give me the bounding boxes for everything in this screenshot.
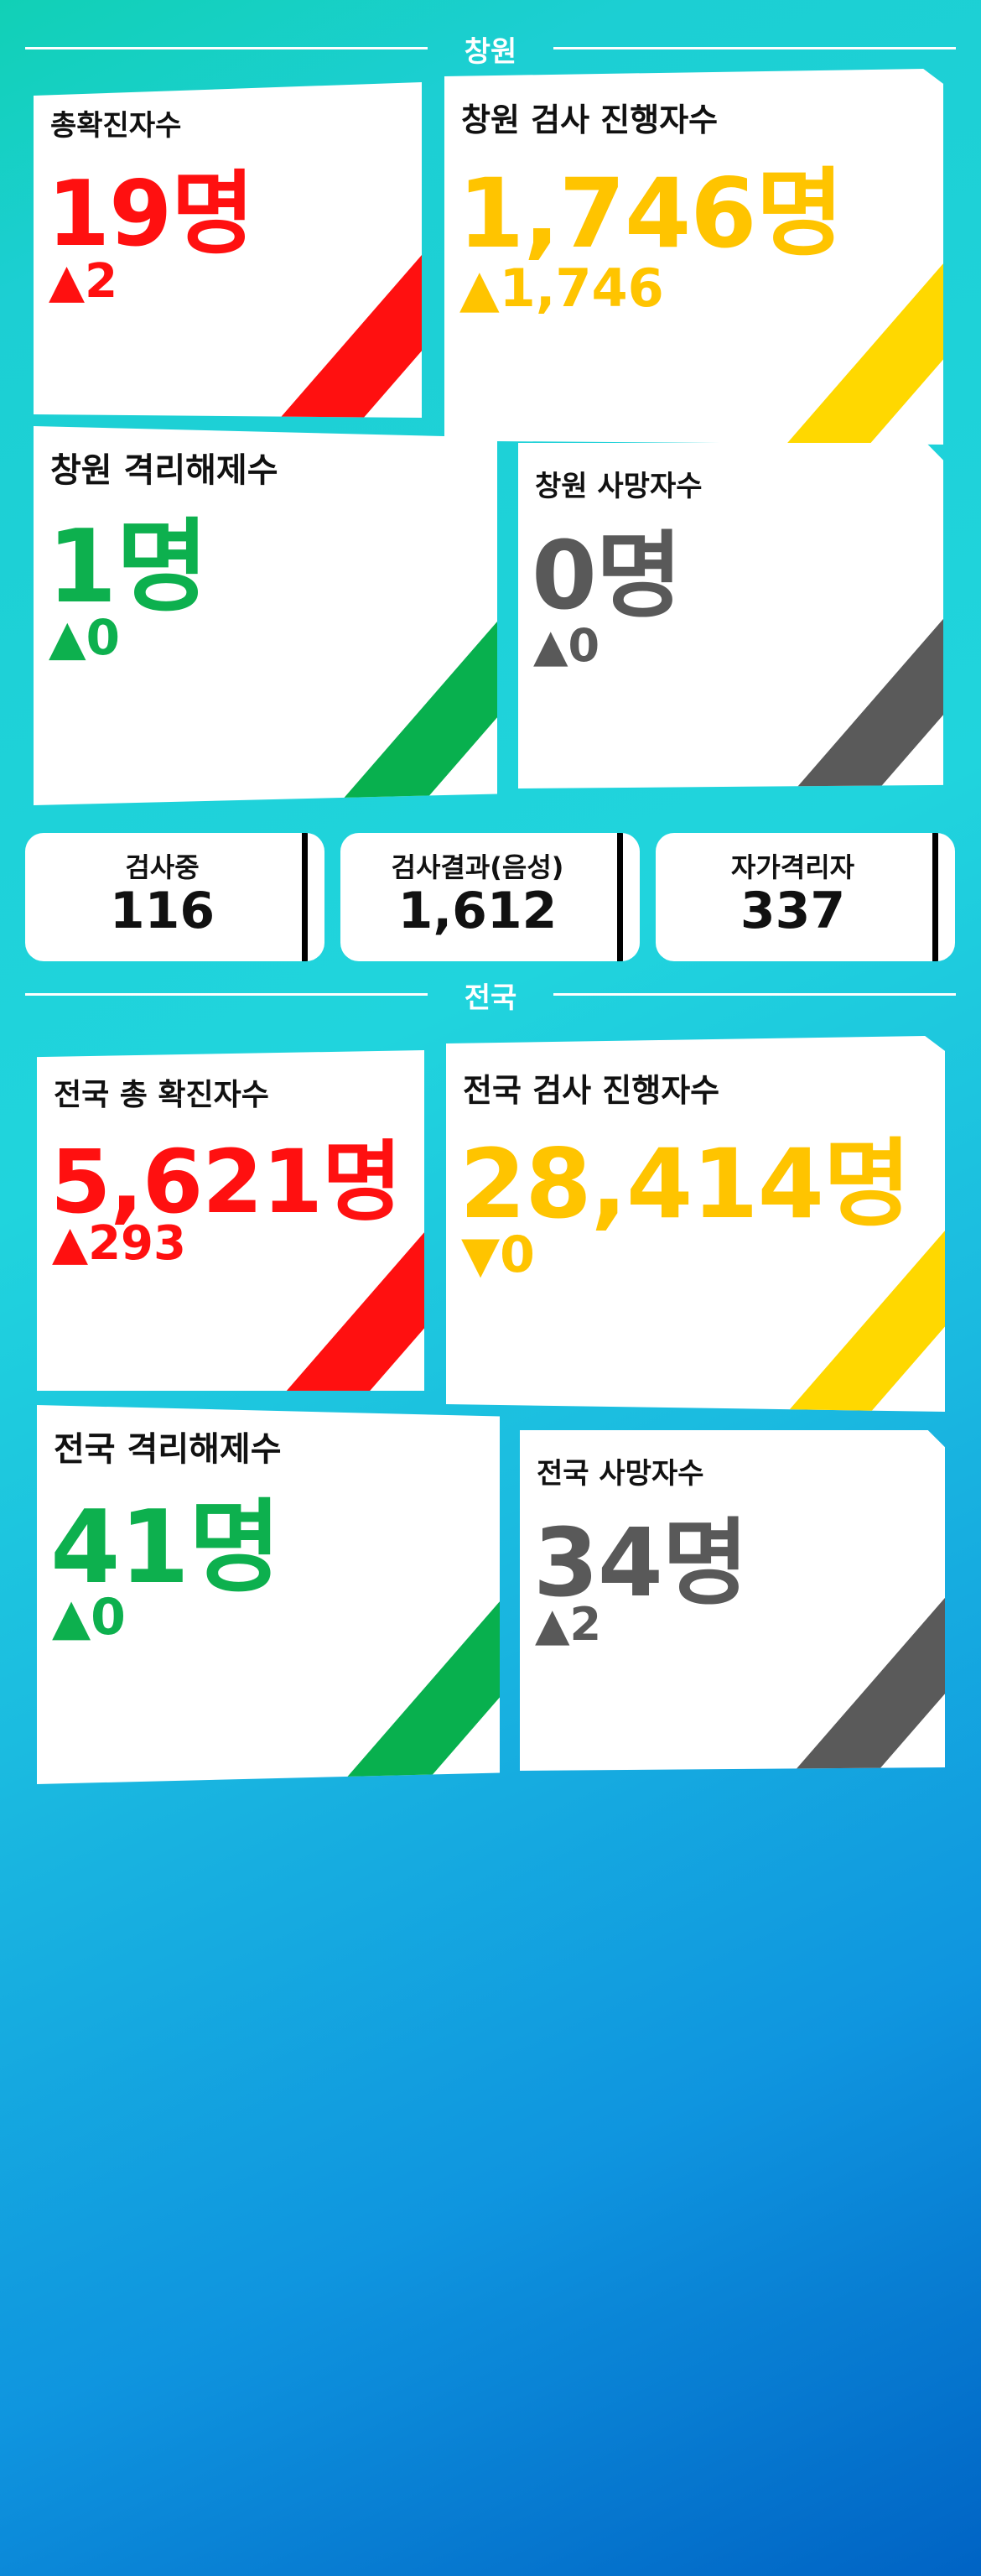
summary-value: 116 — [109, 882, 215, 940]
divider-line — [553, 47, 956, 49]
card-national-deaths: 전국 사망자수 34명 ▲2 — [520, 1430, 945, 1771]
card-delta: ▲2 — [49, 254, 118, 309]
card-value: 19명 — [47, 162, 255, 267]
card-changwon-testing: 창원 검사 진행자수 1,746명 ▲1,746 — [444, 69, 943, 445]
card-delta: ▲0 — [533, 619, 600, 672]
accent-stripe — [281, 1586, 500, 1784]
summary-value: 1,612 — [397, 882, 558, 940]
section-title-changwon: 창원 — [25, 25, 956, 70]
card-value: 28,414명 — [459, 1128, 911, 1240]
summary-value: 337 — [740, 882, 846, 940]
card-national-testing: 전국 검사 진행자수 28,414명 ▼0 — [446, 1036, 945, 1412]
card-delta: ▲1,746 — [459, 258, 664, 319]
accent-stripe — [278, 607, 497, 805]
card-value: 1,746명 — [458, 158, 843, 269]
summary-label: 검사결과(음성) — [391, 851, 564, 883]
card-national-released: 전국 격리해제수 41명 ▲0 — [37, 1405, 500, 1784]
card-changwon-released: 창원 격리해제수 1명 ▲0 — [34, 426, 497, 805]
card-delta: ▲0 — [52, 1588, 126, 1647]
card-delta: ▲293 — [52, 1216, 186, 1271]
card-label: 창원 사망자수 — [535, 470, 703, 503]
card-label: 총확진자수 — [50, 109, 182, 143]
card-changwon-deaths: 창원 사망자수 0명 ▲0 — [518, 443, 943, 788]
accent-stripe — [730, 1578, 945, 1771]
card-label: 전국 검사 진행자수 — [463, 1072, 720, 1109]
accent-stripe — [729, 599, 943, 788]
card-delta: ▲0 — [49, 609, 120, 666]
card-delta: ▲2 — [535, 1598, 602, 1651]
card-delta: ▼0 — [461, 1226, 535, 1284]
summary-label: 검사중 — [125, 851, 200, 883]
summary-card-self-quarantine: 자가격리자 337 — [656, 833, 955, 961]
summary-divider-bar — [932, 833, 938, 961]
card-label: 전국 사망자수 — [537, 1457, 704, 1491]
card-national-total: 전국 총 확진자수 5,621명 ▲293 — [37, 1050, 424, 1391]
section-title-national: 전국 — [25, 971, 956, 1017]
summary-divider-bar — [617, 833, 623, 961]
summary-card-testing: 검사중 116 — [25, 833, 324, 961]
summary-divider-bar — [302, 833, 308, 961]
summary-label: 자가격리자 — [730, 851, 855, 883]
card-label: 창원 검사 진행자수 — [461, 101, 719, 138]
divider-line — [553, 993, 956, 996]
card-changwon-total: 총확진자수 19명 ▲2 — [34, 82, 422, 418]
summary-card-negative: 검사결과(음성) 1,612 — [340, 833, 640, 961]
card-label: 전국 총 확진자수 — [54, 1078, 269, 1112]
card-label: 전국 격리해제수 — [54, 1430, 282, 1469]
card-value: 0명 — [532, 522, 683, 631]
